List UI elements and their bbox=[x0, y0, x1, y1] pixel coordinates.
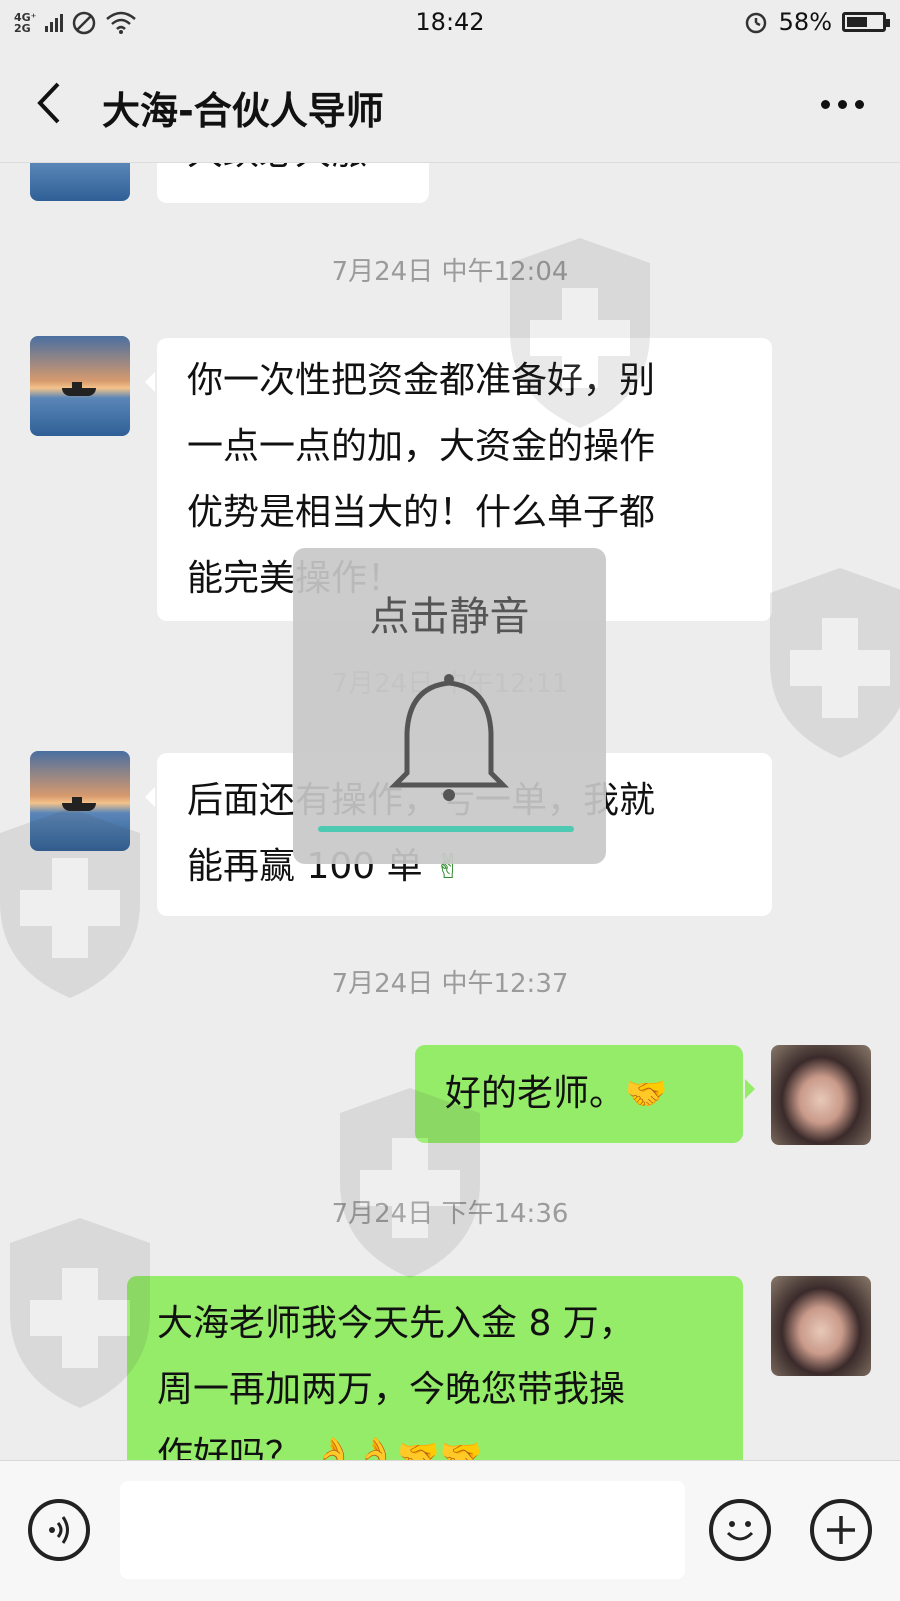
contact-avatar[interactable] bbox=[30, 751, 130, 851]
voice-input-button[interactable] bbox=[28, 1499, 90, 1561]
message-line: 一点一点的加，大资金的操作 bbox=[187, 426, 656, 467]
handshake-emoji: 🤝 bbox=[625, 1074, 668, 1114]
chat-header: 大海-合伙人导师 bbox=[0, 48, 900, 163]
battery-percent: 58% bbox=[778, 8, 832, 36]
message-line: 大海老师我今天先入金 8 万， bbox=[157, 1303, 635, 1344]
status-right: 58% bbox=[743, 8, 890, 36]
contact-avatar[interactable] bbox=[30, 163, 130, 201]
message-line: 周一再加两万，今晚您带我操 bbox=[157, 1369, 626, 1410]
voice-icon bbox=[49, 1516, 69, 1544]
message-line: 你一次性把资金都准备好，别 bbox=[187, 360, 656, 401]
message-bubble-incoming[interactable]: 大跌必大涨 bbox=[157, 163, 429, 203]
alarm-icon bbox=[745, 12, 766, 34]
back-icon[interactable] bbox=[30, 78, 70, 128]
battery-icon bbox=[842, 12, 890, 32]
input-bar bbox=[0, 1460, 900, 1601]
emoji-button[interactable] bbox=[709, 1499, 771, 1561]
volume-progress-bar bbox=[318, 826, 574, 832]
contact-avatar[interactable] bbox=[30, 336, 130, 436]
status-bar: 4G⁺ 2G 18:42 58% bbox=[0, 0, 900, 48]
plus-icon bbox=[827, 1516, 855, 1544]
mute-overlay[interactable]: 点击静音 bbox=[293, 548, 606, 864]
chat-area[interactable]: 大跌必大涨 7月24日 中午12:04 你一次性把资金都准备好，别 一点一点的加… bbox=[0, 163, 900, 1460]
mute-label: 点击静音 bbox=[369, 594, 530, 640]
message-line-with-emoji: 作好吗？ 👌👌🤝🤝 bbox=[157, 1423, 713, 1460]
message-text: 大跌必大涨 bbox=[187, 163, 367, 173]
message-bubble-outgoing[interactable]: 好的老师。🤝 bbox=[415, 1045, 755, 1143]
more-options-icon[interactable] bbox=[821, 100, 864, 109]
message-timestamp: 7月24日 中午12:04 bbox=[331, 257, 569, 287]
message-bubble-outgoing[interactable]: 大海老师我今天先入金 8 万， 周一再加两万，今晚您带我操 作好吗？ 👌👌🤝🤝 bbox=[127, 1276, 743, 1460]
chat-title: 大海-合伙人导师 bbox=[102, 89, 384, 133]
user-avatar[interactable] bbox=[771, 1045, 871, 1145]
user-avatar[interactable] bbox=[771, 1276, 871, 1376]
bell-icon bbox=[389, 674, 509, 801]
more-actions-button[interactable] bbox=[810, 1499, 872, 1561]
message-timestamp: 7月24日 下午14:36 bbox=[331, 1199, 569, 1229]
message-text: 好的老师。 bbox=[445, 1073, 626, 1114]
smiley-icon bbox=[726, 1521, 754, 1541]
ok-handshake-emoji: 👌👌🤝🤝 bbox=[312, 1436, 482, 1460]
message-input[interactable] bbox=[120, 1481, 685, 1579]
message-line: 优势是相当大的！什么单子都 bbox=[187, 492, 656, 533]
message-timestamp: 7月24日 中午12:37 bbox=[331, 969, 569, 999]
